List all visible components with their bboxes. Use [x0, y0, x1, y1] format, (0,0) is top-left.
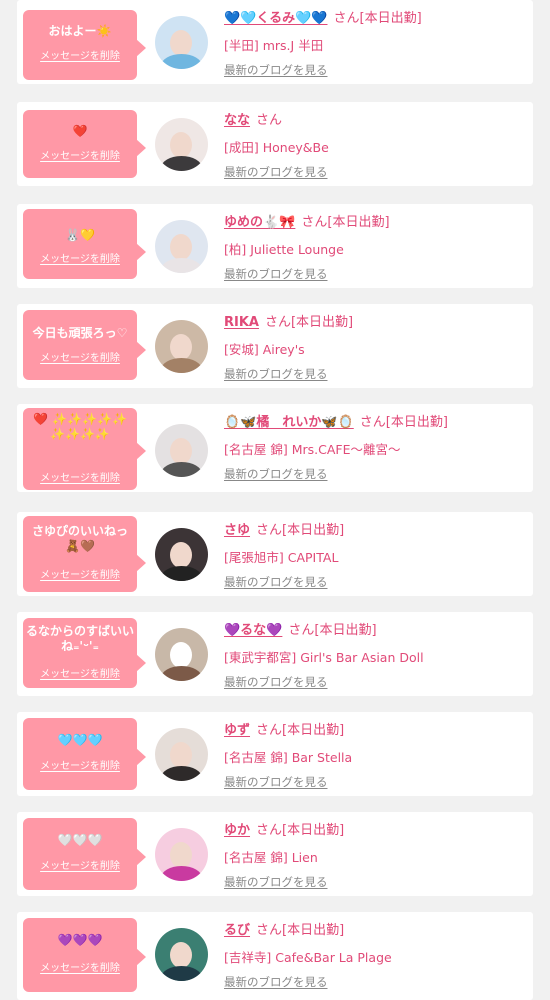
avatar[interactable]	[155, 728, 208, 781]
message-text: ❤️ ✨✨✨✨✨ ✨✨✨✨	[33, 412, 127, 441]
delete-message-link[interactable]: メッセージを削除	[23, 962, 137, 976]
avatar[interactable]	[155, 220, 208, 273]
message-bubble: るなからのすばいいね₌'ᵕ'₌ メッセージを削除	[23, 618, 146, 688]
status-text: さん[本日出勤]	[333, 11, 422, 26]
avatar[interactable]	[155, 16, 208, 69]
message-text: 🤍🤍🤍	[57, 833, 103, 847]
message-bubble: ❤️ メッセージを削除	[23, 110, 146, 178]
message-bubble: さゆぴのいいねっ🧸🤎 メッセージを削除	[23, 516, 146, 592]
delete-message-link[interactable]: メッセージを削除	[23, 150, 137, 164]
list-item: 🐰💛 メッセージを削除 ゆめの🐇🎀 さん[本日出勤] [柏] Juliette L…	[17, 204, 533, 288]
message-bubble: 🐰💛 メッセージを削除	[23, 209, 146, 279]
avatar[interactable]	[155, 118, 208, 171]
delete-message-link[interactable]: メッセージを削除	[23, 472, 137, 486]
latest-blog-link[interactable]: 最新のブログを見る	[224, 266, 328, 282]
shop-text: [半田] mrs.J 半田	[224, 38, 324, 53]
cast-name-link[interactable]: RIKA	[224, 315, 259, 330]
latest-blog-link[interactable]: 最新のブログを見る	[224, 574, 328, 590]
cast-name-link[interactable]: ゆめの🐇🎀	[224, 215, 295, 230]
cast-name-link[interactable]: 🪞🦋橘 れいか🦋🪞	[224, 415, 354, 430]
status-text: さん[本日出勤]	[264, 315, 354, 330]
cast-name-link[interactable]: 💙🩵くるみ🩵💙	[224, 11, 328, 26]
shop-text: [名古屋 錦] Lien	[224, 850, 318, 865]
message-text: 💜💜💜	[57, 933, 103, 947]
shop-text: [名古屋 錦] Mrs.CAFE〜離宮〜	[224, 442, 401, 457]
avatar[interactable]	[155, 828, 208, 881]
status-text: さん[本日出勤]	[288, 623, 377, 638]
message-bubble: ❤️ ✨✨✨✨✨ ✨✨✨✨ メッセージを削除	[23, 408, 146, 490]
shop-text: [名古屋 錦] Bar Stella	[224, 750, 353, 765]
list-item: 今日も頑張ろっ♡ メッセージを削除 RIKA さん[本日出勤] [安城] Aire…	[17, 304, 533, 388]
delete-message-link[interactable]: メッセージを削除	[23, 760, 137, 774]
cast-name-link[interactable]: ゆず	[224, 723, 250, 738]
latest-blog-link[interactable]: 最新のブログを見る	[224, 366, 328, 382]
delete-message-link[interactable]: メッセージを削除	[23, 569, 137, 583]
list-item: さゆぴのいいねっ🧸🤎 メッセージを削除 さゆ さん[本日出勤] [尾張旭市] CA…	[17, 512, 533, 596]
message-bubble: 💜💜💜 メッセージを削除	[23, 918, 146, 992]
list-item: ❤️ メッセージを削除 なな さん [成田] Honey&Be 最新のブログを見る	[17, 102, 533, 186]
latest-blog-link[interactable]: 最新のブログを見る	[224, 62, 328, 78]
shop-text: [柏] Juliette Lounge	[224, 242, 344, 257]
message-bubble: 🤍🤍🤍 メッセージを削除	[23, 818, 146, 890]
list-item: るなからのすばいいね₌'ᵕ'₌ メッセージを削除 💜るな💜 さん[本日出勤] [東…	[17, 612, 533, 696]
cast-name-link[interactable]: るび	[224, 923, 250, 938]
avatar[interactable]	[155, 628, 208, 681]
status-text: さん[本日出勤]	[256, 723, 345, 738]
cast-name-link[interactable]: さゆ	[224, 523, 250, 538]
list-item: おはよー☀️ メッセージを削除 💙🩵くるみ🩵💙 さん[本日出勤] [半田] mrs…	[17, 0, 533, 84]
status-text: さん[本日出勤]	[301, 215, 390, 230]
message-list: おはよー☀️ メッセージを削除 💙🩵くるみ🩵💙 さん[本日出勤] [半田] mrs…	[0, 0, 550, 1000]
avatar[interactable]	[155, 424, 208, 477]
cast-name-link[interactable]: なな	[224, 113, 250, 128]
latest-blog-link[interactable]: 最新のブログを見る	[224, 466, 328, 482]
shop-text: [安城] Airey's	[224, 342, 305, 357]
status-text: さん[本日出勤]	[256, 823, 345, 838]
shop-text: [尾張旭市] CAPITAL	[224, 550, 339, 565]
message-text: 🐰💛	[65, 228, 95, 242]
status-text: さん	[256, 113, 283, 128]
delete-message-link[interactable]: メッセージを削除	[23, 668, 137, 682]
list-item: 💜💜💜 メッセージを削除 るび さん[本日出勤] [吉祥寺] Cafe&Bar L…	[17, 912, 533, 1000]
message-bubble: 今日も頑張ろっ♡ メッセージを削除	[23, 310, 146, 380]
avatar[interactable]	[155, 528, 208, 581]
message-text: おはよー☀️	[48, 24, 112, 38]
avatar[interactable]	[155, 928, 208, 981]
latest-blog-link[interactable]: 最新のブログを見る	[224, 674, 328, 690]
latest-blog-link[interactable]: 最新のブログを見る	[224, 974, 328, 990]
shop-text: [吉祥寺] Cafe&Bar La Plage	[224, 950, 392, 965]
status-text: さん[本日出勤]	[359, 415, 448, 430]
message-bubble: おはよー☀️ メッセージを削除	[23, 10, 146, 80]
list-item: ❤️ ✨✨✨✨✨ ✨✨✨✨ メッセージを削除 🪞🦋橘 れいか🦋🪞 さん[本日出勤]…	[17, 404, 533, 492]
message-text: ❤️	[72, 124, 88, 138]
latest-blog-link[interactable]: 最新のブログを見る	[224, 774, 328, 790]
delete-message-link[interactable]: メッセージを削除	[23, 860, 137, 874]
list-item: 🩵🩵🩵 メッセージを削除 ゆず さん[本日出勤] [名古屋 錦] Bar Stel…	[17, 712, 533, 796]
shop-text: [東武宇都宮] Girl's Bar Asian Doll	[224, 650, 424, 665]
message-text: 今日も頑張ろっ♡	[32, 326, 128, 340]
shop-text: [成田] Honey&Be	[224, 140, 329, 155]
message-bubble: 🩵🩵🩵 メッセージを削除	[23, 718, 146, 790]
status-text: さん[本日出勤]	[256, 923, 345, 938]
message-text: 🩵🩵🩵	[57, 733, 103, 747]
list-item: 🤍🤍🤍 メッセージを削除 ゆか さん[本日出勤] [名古屋 錦] Lien 最新の…	[17, 812, 533, 896]
delete-message-link[interactable]: メッセージを削除	[23, 352, 137, 366]
latest-blog-link[interactable]: 最新のブログを見る	[224, 874, 328, 890]
status-text: さん[本日出勤]	[256, 523, 345, 538]
message-text: さゆぴのいいねっ🧸🤎	[31, 524, 128, 553]
avatar[interactable]	[155, 320, 208, 373]
cast-name-link[interactable]: 💜るな💜	[224, 623, 282, 638]
latest-blog-link[interactable]: 最新のブログを見る	[224, 164, 328, 180]
message-text: るなからのすばいいね₌'ᵕ'₌	[26, 624, 135, 653]
cast-name-link[interactable]: ゆか	[224, 823, 250, 838]
delete-message-link[interactable]: メッセージを削除	[23, 50, 137, 64]
delete-message-link[interactable]: メッセージを削除	[23, 253, 137, 267]
